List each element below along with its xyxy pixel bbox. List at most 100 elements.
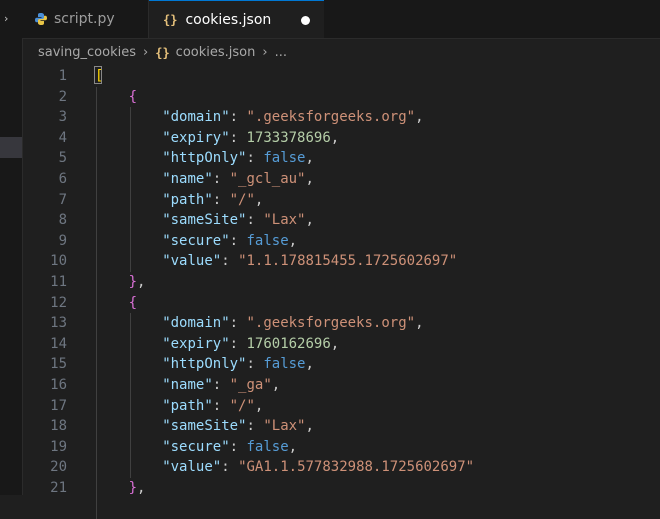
line-number: 8 (58, 212, 67, 229)
chevron-right-icon: › (143, 45, 149, 60)
json-icon: {} (155, 45, 170, 60)
code-token: "name" (162, 377, 213, 393)
indent-guide (96, 86, 97, 519)
code-text: "secure": false, (95, 231, 297, 251)
code-token: : (229, 335, 247, 352)
code-token: false (246, 438, 289, 455)
code-token: : (229, 438, 247, 455)
code-token: , (288, 438, 298, 455)
line-number: 13 (50, 315, 67, 332)
code-text: { (95, 87, 137, 107)
code-text: "name": "_ga", (95, 375, 280, 395)
code-line[interactable]: 12 { (22, 293, 660, 313)
line-number: 17 (50, 397, 67, 414)
code-token: , (305, 150, 314, 167)
code-line[interactable]: 17 "path": "/", (22, 396, 660, 416)
code-line[interactable]: 9 "secure": false, (22, 231, 660, 251)
code-token: ".geeksforgeeks.org" (246, 315, 416, 332)
code-text: "name": "_gcl_au", (95, 169, 314, 189)
code-line[interactable]: 7 "path": "/", (22, 190, 660, 210)
line-number: 15 (50, 356, 67, 373)
line-number: 11 (50, 274, 67, 290)
code-text: "httpOnly": false, (95, 148, 314, 168)
code-line[interactable]: 15 "httpOnly": false, (22, 354, 660, 374)
code-text: "sameSite": "Lax", (95, 416, 314, 436)
code-token: , (137, 480, 146, 496)
code-line[interactable]: 13 "domain": ".geeksforgeeks.org", (22, 313, 660, 333)
code-token: : (212, 171, 230, 187)
code-token: [ (95, 68, 104, 84)
code-text: }, (95, 272, 146, 292)
activity-strip: › (0, 0, 23, 495)
line-number: 1 (58, 68, 67, 84)
python-icon (35, 13, 47, 25)
code-token: "Lax" (263, 212, 306, 229)
code-token: : (229, 232, 247, 249)
code-line[interactable]: 11}, (22, 272, 660, 292)
code-token: "secure" (162, 438, 230, 455)
code-token: "path" (162, 397, 213, 414)
code-token: "value" (162, 459, 222, 476)
line-number: 6 (58, 171, 67, 187)
code-token: , (330, 335, 340, 352)
code-text: "sameSite": "Lax", (95, 210, 314, 230)
tab-label: script.py (54, 11, 115, 27)
code-line[interactable]: 4 "expiry": 1733378696, (22, 128, 660, 148)
code-text: }, (95, 478, 146, 498)
breadcrumb-file[interactable]: cookies.json (176, 45, 256, 60)
tab-bar: script.py {} cookies.json (22, 0, 660, 39)
code-token: "name" (162, 171, 213, 187)
code-text: "secure": false, (95, 437, 297, 457)
code-token: : (229, 129, 247, 146)
code-line[interactable]: 1[ (22, 66, 660, 86)
chevron-right-icon[interactable]: › (4, 12, 8, 25)
code-token: "GA1.1.577832988.1725602697" (238, 459, 475, 476)
line-number: 18 (50, 418, 67, 435)
code-line[interactable]: 20 "value": "GA1.1.577832988.1725602697" (22, 457, 660, 477)
code-token: : (246, 150, 264, 167)
line-number: 14 (50, 335, 67, 352)
code-token: , (305, 212, 314, 229)
code-line[interactable]: 21}, (22, 478, 660, 498)
code-text: [ (95, 66, 103, 86)
breadcrumb-folder[interactable]: saving_cookies (38, 45, 136, 60)
unsaved-dot-icon[interactable] (301, 16, 310, 25)
code-token: "domain" (162, 109, 230, 126)
code-token: "httpOnly" (162, 356, 247, 373)
code-line[interactable]: 10 "value": "1.1.178815455.1725602697" (22, 251, 660, 271)
code-token: "domain" (162, 315, 230, 332)
code-text: "domain": ".geeksforgeeks.org", (95, 313, 423, 333)
code-token: "_gcl_au" (229, 171, 306, 187)
breadcrumb-more[interactable]: ... (275, 45, 287, 60)
line-number: 20 (50, 459, 67, 476)
code-line[interactable]: 19 "secure": false, (22, 437, 660, 457)
code-line[interactable]: 6 "name": "_gcl_au", (22, 169, 660, 189)
code-editor[interactable]: 1[2{3 "domain": ".geeksforgeeks.org", 4 "ex… (22, 66, 660, 519)
code-line[interactable]: 16 "name": "_ga", (22, 375, 660, 395)
code-token: } (128, 274, 138, 290)
breadcrumb: saving_cookies › {} cookies.json › ... (22, 39, 660, 66)
code-line[interactable]: 14 "expiry": 1760162696, (22, 334, 660, 354)
json-icon: {} (163, 12, 178, 27)
active-view-marker[interactable] (0, 137, 22, 158)
code-line[interactable]: 3 "domain": ".geeksforgeeks.org", (22, 107, 660, 127)
tab-cookies-json[interactable]: {} cookies.json (149, 0, 324, 38)
indent-guide (129, 107, 131, 272)
code-token: "_ga" (229, 377, 272, 393)
code-line[interactable]: 5 "httpOnly": false, (22, 148, 660, 168)
code-text: "domain": ".geeksforgeeks.org", (95, 107, 424, 127)
code-token: : (246, 418, 264, 435)
code-token: , (415, 109, 424, 126)
tab-script-py[interactable]: script.py (22, 0, 149, 38)
code-token: , (254, 191, 264, 208)
code-line[interactable]: 2{ (22, 87, 660, 107)
code-token: : (229, 109, 247, 126)
code-line[interactable]: 8 "sameSite": "Lax", (22, 210, 660, 230)
code-token: : (246, 356, 264, 373)
line-number: 7 (58, 191, 67, 208)
code-line[interactable]: 18 "sameSite": "Lax", (22, 416, 660, 436)
line-number: 4 (58, 129, 67, 146)
code-token: "secure" (162, 232, 230, 249)
code-token: 1733378696 (246, 129, 331, 146)
code-token: "1.1.178815455.1725602697" (238, 253, 458, 270)
